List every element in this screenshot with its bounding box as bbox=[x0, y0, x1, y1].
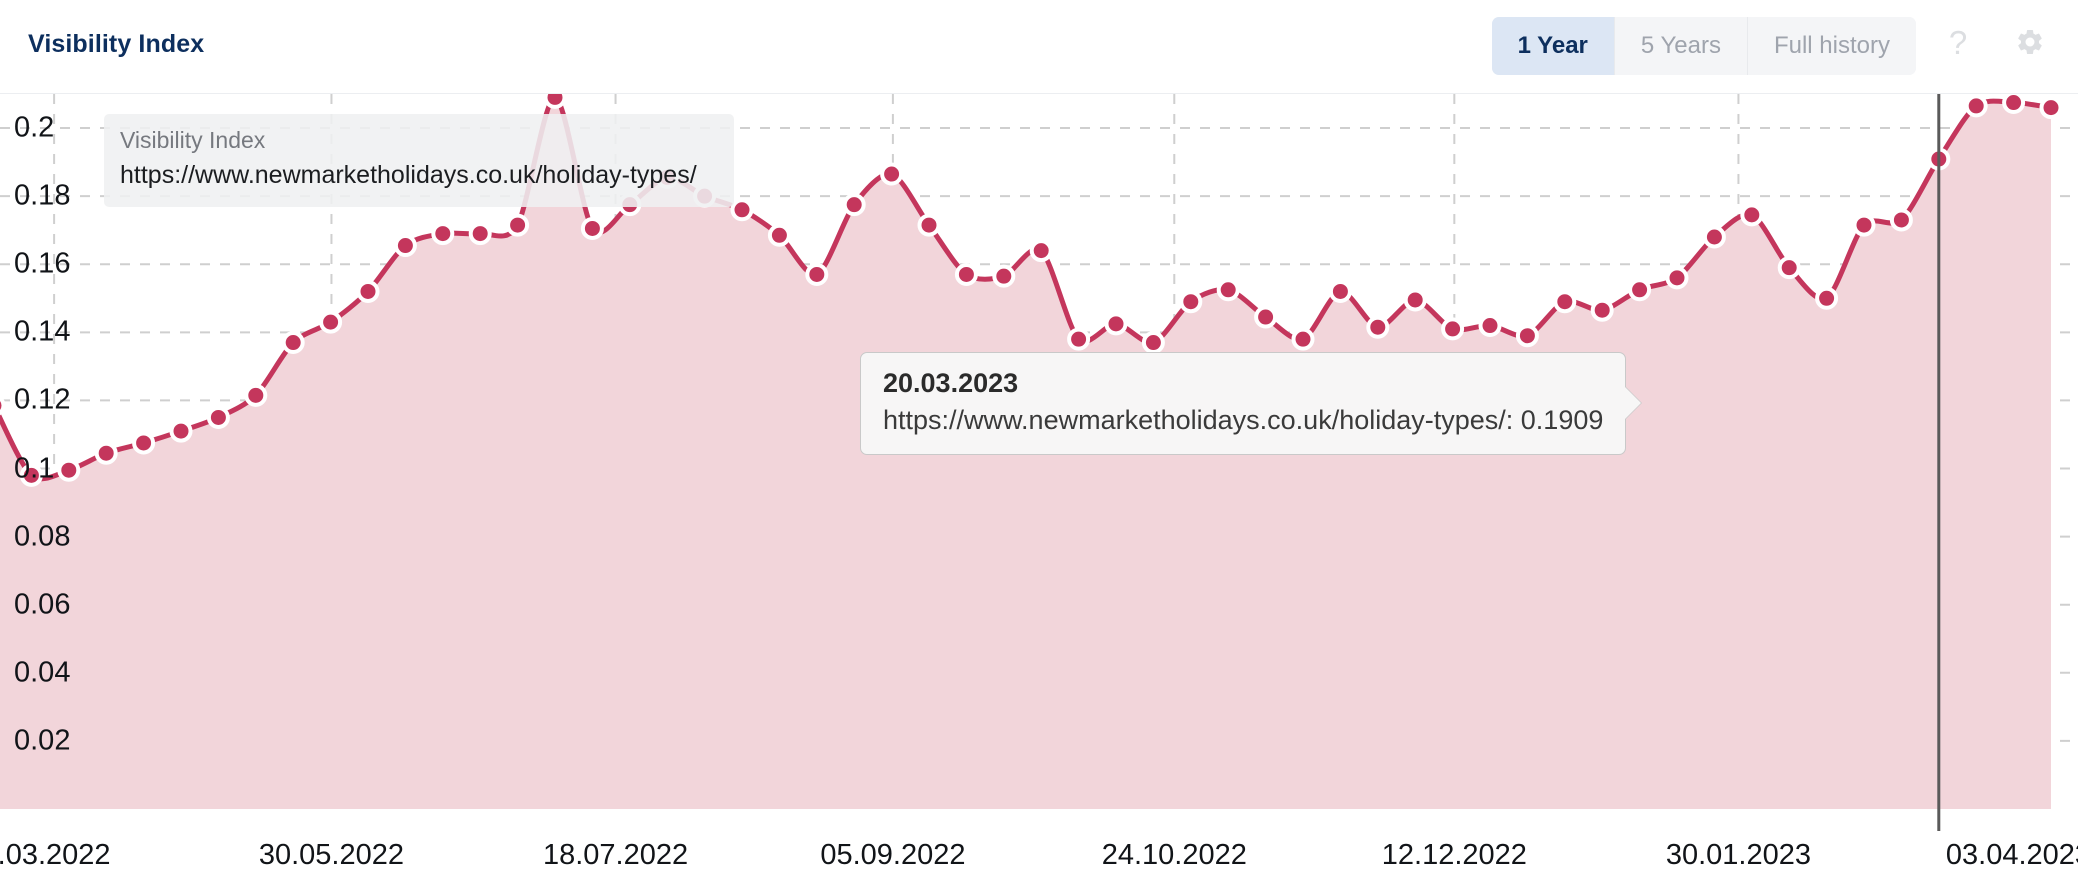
gear-icon bbox=[2018, 29, 2042, 55]
data-point[interactable] bbox=[767, 223, 791, 247]
data-point[interactable] bbox=[132, 431, 156, 455]
data-point[interactable] bbox=[1441, 317, 1465, 341]
data-point[interactable] bbox=[992, 264, 1016, 288]
data-point[interactable] bbox=[2039, 96, 2063, 120]
data-point[interactable] bbox=[730, 198, 754, 222]
data-point[interactable] bbox=[917, 213, 941, 237]
data-point[interactable] bbox=[805, 262, 829, 286]
chart-legend: Visibility Index https://www.newmarketho… bbox=[104, 114, 734, 208]
data-point[interactable] bbox=[842, 193, 866, 217]
data-point[interactable] bbox=[431, 222, 455, 246]
data-point[interactable] bbox=[57, 458, 81, 482]
page-title: Visibility Index bbox=[28, 30, 205, 58]
data-point[interactable] bbox=[1628, 278, 1652, 302]
tooltip-date: 20.03.2023 bbox=[883, 368, 1019, 398]
visibility-index-area-chart bbox=[0, 94, 2078, 831]
data-point[interactable] bbox=[206, 405, 230, 429]
data-point[interactable] bbox=[1067, 327, 1091, 351]
data-point[interactable] bbox=[1815, 286, 1839, 310]
data-point[interactable] bbox=[1366, 315, 1390, 339]
chart-canvas[interactable]: 0.2 0.18 0.16 0.14 0.12 0.1 0.08 0.06 0.04 0.02 .… bbox=[0, 94, 2078, 896]
data-point[interactable] bbox=[1590, 298, 1614, 322]
legend-series-label: https://www.newmarketholidays.co.uk/holi… bbox=[120, 160, 697, 189]
data-point[interactable] bbox=[393, 234, 417, 258]
data-point[interactable] bbox=[1740, 203, 1764, 227]
data-point[interactable] bbox=[2002, 94, 2026, 115]
data-point[interactable] bbox=[1254, 305, 1278, 329]
widget-header: Visibility Index 1 Year 5 Years Full his… bbox=[0, 0, 2078, 94]
range-button-5-years[interactable]: 5 Years bbox=[1613, 17, 1747, 75]
data-point[interactable] bbox=[954, 262, 978, 286]
range-button-1-year[interactable]: 1 Year bbox=[1491, 17, 1614, 75]
legend-title: Visibility Index bbox=[120, 127, 266, 153]
data-point[interactable] bbox=[506, 213, 530, 237]
data-point[interactable] bbox=[1553, 290, 1577, 314]
data-point[interactable] bbox=[543, 94, 567, 109]
data-point[interactable] bbox=[0, 395, 6, 416]
data-point[interactable] bbox=[169, 419, 193, 443]
visibility-index-widget: Visibility Index 1 Year 5 Years Full his… bbox=[0, 0, 2078, 896]
data-point[interactable] bbox=[1515, 324, 1539, 348]
data-point[interactable] bbox=[1179, 290, 1203, 314]
tooltip-arrow bbox=[1625, 387, 1642, 420]
question-mark-icon: ? bbox=[1948, 23, 1968, 61]
data-point[interactable] bbox=[580, 216, 604, 240]
data-point[interactable] bbox=[1889, 208, 1913, 232]
data-point[interactable] bbox=[356, 279, 380, 303]
data-point[interactable] bbox=[1852, 213, 1876, 237]
data-point[interactable] bbox=[319, 310, 343, 334]
data-point[interactable] bbox=[1328, 279, 1352, 303]
data-point[interactable] bbox=[1478, 314, 1502, 338]
data-point[interactable] bbox=[1104, 312, 1128, 336]
data-point[interactable] bbox=[94, 441, 118, 465]
data-point[interactable] bbox=[1964, 94, 1988, 118]
range-button-full-history[interactable]: Full history bbox=[1746, 17, 1916, 75]
data-point[interactable] bbox=[1291, 327, 1315, 351]
data-point[interactable] bbox=[1702, 225, 1726, 249]
data-point[interactable] bbox=[19, 463, 43, 487]
data-point[interactable] bbox=[1665, 266, 1689, 290]
data-point[interactable] bbox=[1216, 278, 1240, 302]
data-point[interactable] bbox=[244, 383, 268, 407]
data-point[interactable] bbox=[468, 222, 492, 246]
help-button[interactable]: ? bbox=[1938, 20, 1978, 64]
settings-button[interactable] bbox=[2010, 20, 2050, 64]
data-point[interactable] bbox=[1029, 239, 1053, 263]
data-point[interactable] bbox=[281, 331, 305, 355]
data-point[interactable] bbox=[1403, 288, 1427, 312]
data-point[interactable] bbox=[880, 162, 904, 186]
data-point[interactable] bbox=[1141, 331, 1165, 355]
data-point[interactable] bbox=[1777, 256, 1801, 280]
tooltip-value: https://www.newmarketholidays.co.uk/holi… bbox=[883, 404, 1604, 435]
time-range-segmented-control[interactable]: 1 Year 5 Years Full history bbox=[1491, 17, 1916, 75]
chart-tooltip: 20.03.2023 https://www.newmarketholidays… bbox=[860, 352, 1642, 455]
